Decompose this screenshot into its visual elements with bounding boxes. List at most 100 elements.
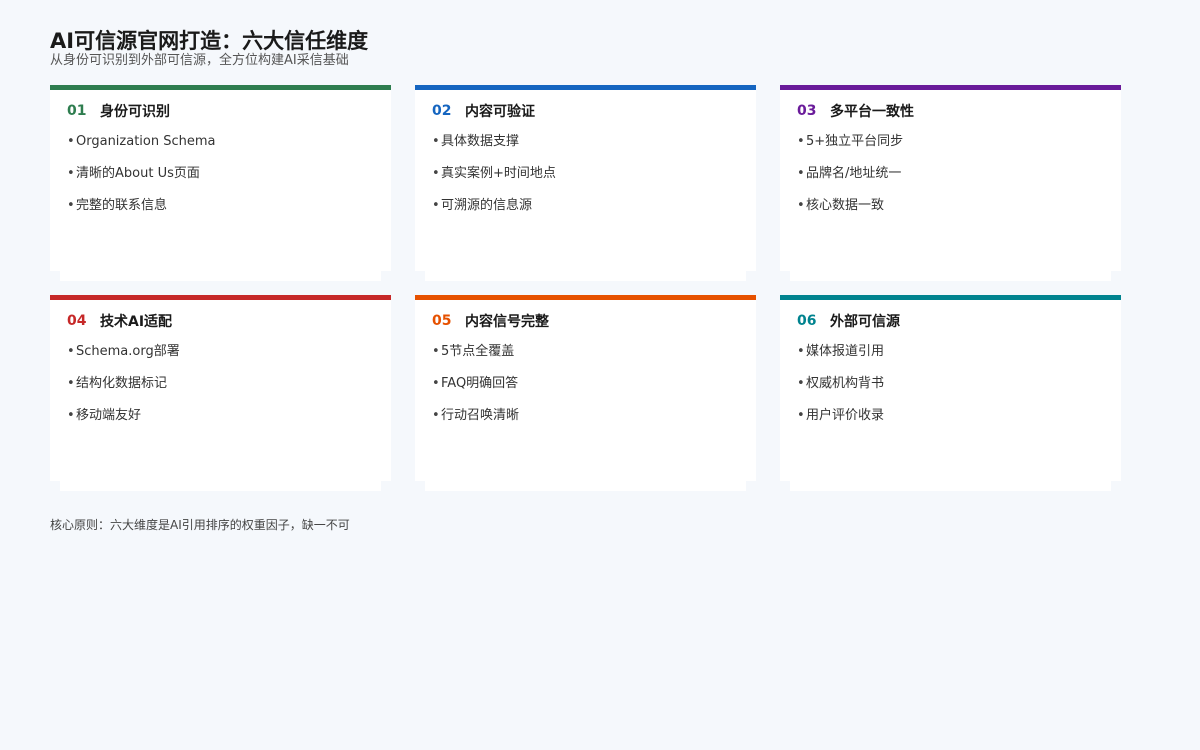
page-title: AI可信源官网打造：六大信任维度: [50, 29, 369, 53]
card-list: •具体数据支撑 •真实案例+时间地点 •可溯源的信息源: [432, 133, 756, 229]
list-item: •核心数据一致: [797, 197, 1121, 229]
bullet-icon: •: [67, 376, 75, 391]
list-item: •清晰的About Us页面: [67, 165, 391, 197]
list-item-text: 核心数据一致: [806, 198, 885, 213]
list-item-text: 权威机构背书: [806, 376, 885, 391]
card-corner-notch: [381, 271, 391, 281]
dimension-card-signals: 05 内容信号完整 •5节点全覆盖 •FAQ明确回答 •行动召唤清晰: [415, 295, 756, 491]
list-item-text: Schema.org部署: [76, 344, 180, 359]
card-list: •Schema.org部署 •结构化数据标记 •移动端友好: [67, 343, 391, 439]
bullet-icon: •: [797, 166, 805, 181]
list-item: •品牌名/地址统一: [797, 165, 1121, 197]
list-item: •可溯源的信息源: [432, 197, 756, 229]
list-item-text: 具体数据支撑: [441, 134, 520, 149]
list-item-text: 移动端友好: [76, 408, 142, 423]
bullet-icon: •: [432, 344, 440, 359]
bullet-icon: •: [67, 166, 75, 181]
dimension-card-identity: 01 身份可识别 •Organization Schema •清晰的About …: [50, 85, 391, 281]
card-header: 03 多平台一致性: [797, 101, 1121, 121]
list-item: •媒体报道引用: [797, 343, 1121, 375]
list-item-text: 品牌名/地址统一: [806, 166, 902, 181]
bullet-icon: •: [797, 376, 805, 391]
list-item: •权威机构背书: [797, 375, 1121, 407]
card-corner-notch: [415, 271, 425, 281]
list-item-text: 真实案例+时间地点: [441, 166, 556, 181]
card-number: 06: [797, 313, 817, 329]
dimension-grid: 01 身份可识别 •Organization Schema •清晰的About …: [50, 85, 1121, 491]
list-item: •Organization Schema: [67, 133, 391, 165]
card-header: 06 外部可信源: [797, 311, 1121, 331]
dimension-card-external: 06 外部可信源 •媒体报道引用 •权威机构背书 •用户评价收录: [780, 295, 1121, 491]
card-corner-notch: [780, 481, 790, 491]
bullet-icon: •: [797, 134, 805, 149]
card-number: 05: [432, 313, 452, 329]
card-header: 01 身份可识别: [67, 101, 391, 121]
dimension-card-verifiable: 02 内容可验证 •具体数据支撑 •真实案例+时间地点 •可溯源的信息源: [415, 85, 756, 281]
list-item: •完整的联系信息: [67, 197, 391, 229]
bullet-icon: •: [797, 344, 805, 359]
card-list: •5+独立平台同步 •品牌名/地址统一 •核心数据一致: [797, 133, 1121, 229]
list-item-text: Organization Schema: [76, 134, 216, 149]
page: AI可信源官网打造：六大信任维度 从身份可识别到外部可信源，全方位构建AI采信基…: [0, 0, 1200, 750]
list-item: •用户评价收录: [797, 407, 1121, 439]
bullet-icon: •: [67, 198, 75, 213]
card-number: 02: [432, 103, 452, 119]
bullet-icon: •: [432, 166, 440, 181]
card-header: 02 内容可验证: [432, 101, 756, 121]
card-title: 外部可信源: [830, 314, 900, 330]
card-corner-notch: [415, 481, 425, 491]
bullet-icon: •: [432, 376, 440, 391]
card-number: 03: [797, 103, 817, 119]
list-item-text: FAQ明确回答: [441, 376, 519, 391]
list-item: •FAQ明确回答: [432, 375, 756, 407]
card-list: •5节点全覆盖 •FAQ明确回答 •行动召唤清晰: [432, 343, 756, 439]
dimension-card-consistency: 03 多平台一致性 •5+独立平台同步 •品牌名/地址统一 •核心数据一致: [780, 85, 1121, 281]
card-title: 内容可验证: [465, 104, 535, 120]
card-header: 04 技术AI适配: [67, 311, 391, 331]
card-corner-notch: [746, 481, 756, 491]
page-subtitle: 从身份可识别到外部可信源，全方位构建AI采信基础: [50, 53, 349, 68]
card-title: 身份可识别: [100, 104, 170, 120]
list-item-text: 清晰的About Us页面: [76, 166, 200, 181]
card-number: 01: [67, 103, 87, 119]
list-item: •Schema.org部署: [67, 343, 391, 375]
list-item-text: 结构化数据标记: [76, 376, 168, 391]
bullet-icon: •: [67, 134, 75, 149]
list-item: •真实案例+时间地点: [432, 165, 756, 197]
card-title: 多平台一致性: [830, 104, 914, 120]
list-item: •5节点全覆盖: [432, 343, 756, 375]
dimension-card-technical: 04 技术AI适配 •Schema.org部署 •结构化数据标记 •移动端友好: [50, 295, 391, 491]
card-corner-notch: [780, 271, 790, 281]
list-item-text: 完整的联系信息: [76, 198, 168, 213]
list-item-text: 5+独立平台同步: [806, 134, 904, 149]
list-item-text: 可溯源的信息源: [441, 198, 533, 213]
card-corner-notch: [381, 481, 391, 491]
bullet-icon: •: [432, 408, 440, 423]
card-corner-notch: [1111, 481, 1121, 491]
card-list: •Organization Schema •清晰的About Us页面 •完整的…: [67, 133, 391, 229]
list-item-text: 5节点全覆盖: [441, 344, 515, 359]
list-item-text: 媒体报道引用: [806, 344, 885, 359]
card-corner-notch: [746, 271, 756, 281]
bullet-icon: •: [432, 134, 440, 149]
list-item: •具体数据支撑: [432, 133, 756, 165]
bullet-icon: •: [432, 198, 440, 213]
bullet-icon: •: [797, 198, 805, 213]
list-item: •5+独立平台同步: [797, 133, 1121, 165]
list-item: •行动召唤清晰: [432, 407, 756, 439]
card-header: 05 内容信号完整: [432, 311, 756, 331]
card-list: •媒体报道引用 •权威机构背书 •用户评价收录: [797, 343, 1121, 439]
card-corner-notch: [1111, 271, 1121, 281]
list-item: •移动端友好: [67, 407, 391, 439]
list-item-text: 用户评价收录: [806, 408, 885, 423]
bullet-icon: •: [67, 408, 75, 423]
card-title: 技术AI适配: [100, 314, 173, 330]
card-corner-notch: [50, 481, 60, 491]
core-principle-note: 核心原则：六大维度是AI引用排序的权重因子，缺一不可: [50, 518, 350, 532]
list-item-text: 行动召唤清晰: [441, 408, 520, 423]
card-title: 内容信号完整: [465, 314, 549, 330]
card-number: 04: [67, 313, 87, 329]
bullet-icon: •: [797, 408, 805, 423]
list-item: •结构化数据标记: [67, 375, 391, 407]
bullet-icon: •: [67, 344, 75, 359]
